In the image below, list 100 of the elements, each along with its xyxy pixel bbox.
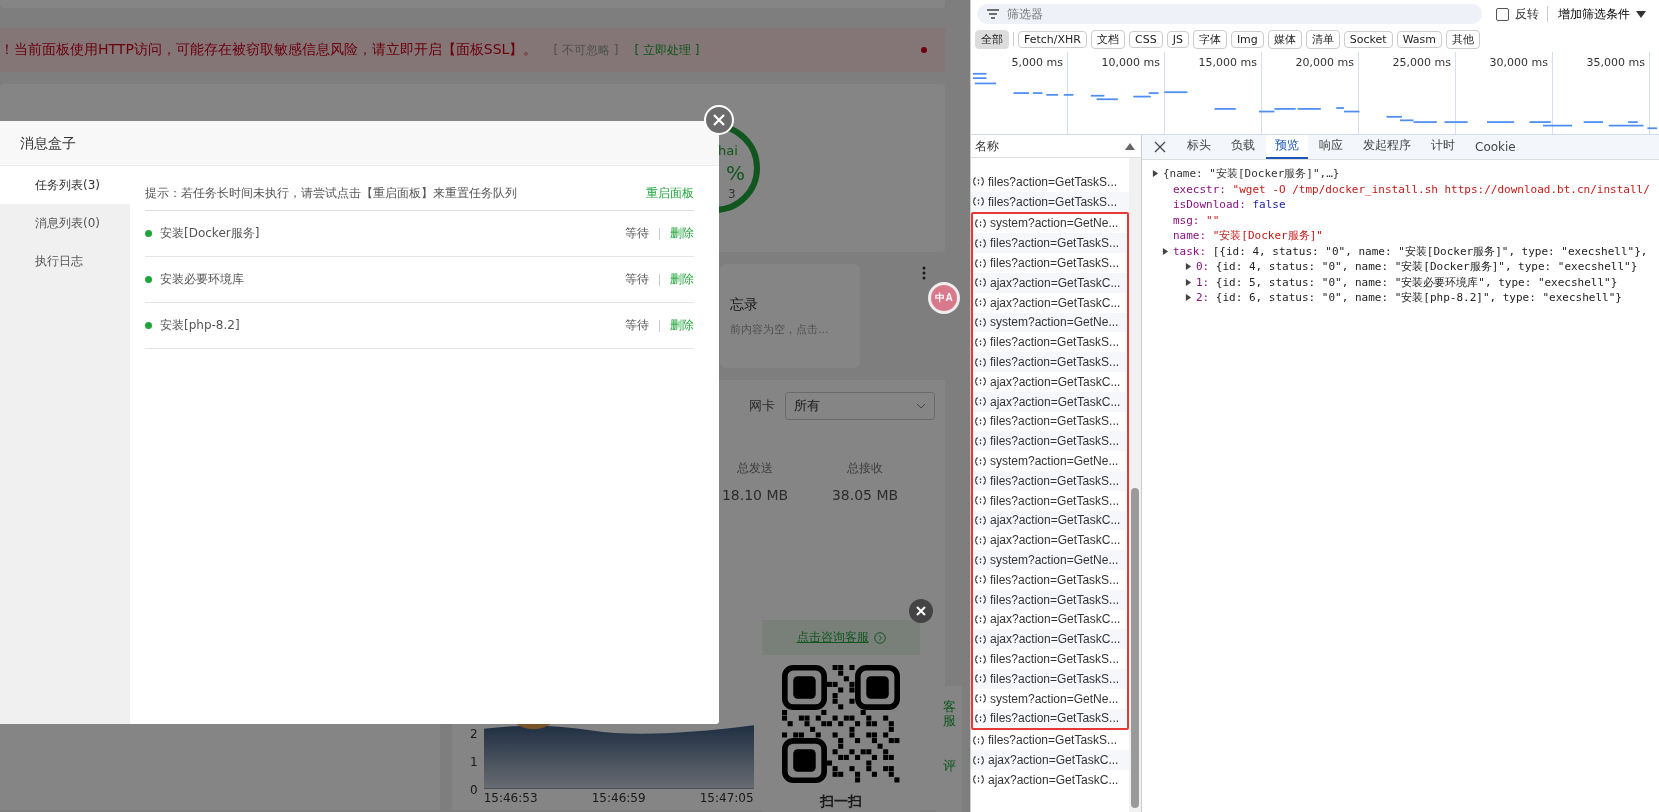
request-name[interactable]: files?action=GetTaskS... (990, 493, 1120, 508)
warning-message: ！当前面板使用HTTP访问，可能存在被窃取敏感信息风险，请立即开启【面板SSL】。 (0, 41, 538, 59)
detail-tab[interactable]: 负载 (1222, 134, 1264, 159)
request-name[interactable]: files?action=GetTaskS... (990, 256, 1120, 271)
json-icon (975, 278, 986, 288)
scrollbar-thumb[interactable] (1131, 488, 1139, 808)
type-filter-chip[interactable]: 其他 (1446, 29, 1481, 49)
request-name[interactable]: files?action=GetTaskS... (988, 733, 1118, 748)
request-name[interactable]: system?action=GetNe... (990, 216, 1119, 231)
more-filters-dropdown[interactable]: 增加筛选条件 (1556, 5, 1648, 23)
expander-icon[interactable] (1162, 247, 1169, 255)
status-dot-icon (145, 276, 152, 283)
json-value: {id: 6, status: "0", name: "安装[php-8.2]", type: "execshell"} (1215, 290, 1622, 306)
request-name[interactable]: files?action=GetTaskS... (990, 572, 1120, 587)
json-key: 2: (1196, 291, 1210, 305)
json-icon (973, 177, 984, 187)
expander-icon[interactable] (1152, 170, 1159, 178)
stat-label: 总发送 (737, 460, 773, 477)
more-icon[interactable] (922, 266, 926, 280)
type-filter-chip[interactable]: 字体 (1192, 29, 1227, 49)
type-filter-chip[interactable]: JS (1166, 30, 1189, 48)
time-tick-label: 30,000 ms (1489, 56, 1548, 69)
task-status: 等待 (625, 317, 649, 334)
hint-text: 提示：若任务长时间未执行，请尝试点击【重启面板】来重置任务队列 (145, 184, 517, 202)
json-value: {id: 5, status: "0", name: "安装必要环境库", type: "execshell"} (1215, 274, 1618, 290)
json-key: 1: (1196, 275, 1210, 289)
expander-icon[interactable] (1185, 263, 1192, 271)
close-icon[interactable] (1154, 141, 1166, 153)
request-name[interactable]: files?action=GetTaskS... (990, 652, 1120, 666)
json-icon (973, 775, 984, 785)
type-filter-chip[interactable]: Wasm (1396, 30, 1443, 48)
request-name[interactable]: ajax?action=GetTaskC... (990, 295, 1121, 310)
json-icon (975, 575, 986, 585)
stat-label: 总接收 (847, 460, 883, 477)
type-filter-chip[interactable]: Fetch/XHR (1018, 30, 1087, 48)
detail-tab[interactable]: 发起程序 (1354, 134, 1420, 159)
time-tick-label: 15,000 ms (1198, 56, 1257, 69)
nic-select[interactable]: 所有 (785, 392, 935, 420)
request-name[interactable]: ajax?action=GetTaskC... (990, 374, 1121, 389)
request-name[interactable]: system?action=GetNe... (990, 691, 1119, 706)
gauge-text: 3 (728, 187, 736, 201)
json-value: false (1252, 198, 1286, 212)
json-icon (975, 317, 986, 327)
axis-label: 15:46:59 (591, 791, 646, 805)
axis-label: 2 (470, 727, 478, 741)
detail-tab[interactable]: 响应 (1310, 134, 1352, 159)
json-icon (975, 258, 986, 268)
json-value: {id: 4, status: "0", name: "安装[Docker服务]", type: "execshell"} (1215, 259, 1638, 275)
json-icon (975, 337, 986, 347)
request-name[interactable]: system?action=GetNe... (990, 454, 1119, 469)
expander-icon[interactable] (1185, 278, 1192, 286)
filter-field[interactable]: 筛选器 (977, 4, 1482, 24)
time-tick-label: 5,000 ms (1011, 56, 1063, 69)
stat-value: 38.05 MB (831, 487, 899, 503)
checkbox-label: 反转 (1515, 5, 1539, 23)
type-filter-chip[interactable]: 媒体 (1267, 29, 1302, 49)
expander-icon[interactable] (1185, 294, 1192, 302)
detail-tab[interactable]: 标头 (1178, 134, 1220, 159)
close-icon (916, 606, 926, 616)
detail-tab[interactable]: 预览 (1266, 134, 1308, 159)
json-value: "安装[Docker服务]" (1212, 228, 1323, 244)
type-filter-chip[interactable]: Socket (1343, 30, 1393, 48)
column-header[interactable]: 名称 (975, 137, 999, 155)
request-name[interactable]: ajax?action=GetTaskC... (988, 772, 1119, 787)
sort-icon[interactable] (1125, 142, 1135, 150)
json-icon (975, 674, 986, 684)
type-filter-chip[interactable]: 清单 (1305, 29, 1340, 49)
request-name[interactable]: ajax?action=GetTaskC... (990, 612, 1121, 627)
type-filter-chip[interactable]: CSS (1129, 30, 1163, 48)
json-icon (975, 713, 986, 723)
filter-icon (987, 9, 999, 19)
sidebar-item[interactable]: 执行日志 (0, 242, 130, 280)
task-name: 安装[php-8.2] (160, 317, 241, 334)
json-key: name: (1173, 229, 1207, 243)
sidebar-item[interactable]: 任务列表(3) (0, 166, 130, 204)
nic-label: 网卡 (749, 397, 775, 415)
request-name[interactable]: files?action=GetTaskS... (988, 174, 1118, 189)
time-tick-label: 20,000 ms (1295, 56, 1354, 69)
type-filter-chip[interactable]: 全部 (975, 29, 1009, 49)
json-summary[interactable]: {name: "安装[Docker服务]",…} (1163, 166, 1340, 182)
type-filter-chip[interactable]: Img (1230, 30, 1264, 48)
type-filter-chip[interactable]: 文档 (1091, 29, 1125, 49)
detail-tab[interactable]: Cookie (1466, 137, 1525, 159)
json-icon (973, 755, 984, 765)
request-name[interactable]: ajax?action=GetTaskC... (990, 533, 1121, 548)
json-icon (975, 456, 986, 466)
json-key: isDownload: (1173, 198, 1246, 212)
json-key: execstr: (1173, 182, 1226, 196)
json-icon (975, 515, 986, 525)
json-icon (975, 397, 986, 407)
gauge-text: hai (718, 143, 738, 158)
memo-title: 忘录 (730, 295, 759, 314)
time-tick-label: 25,000 ms (1392, 56, 1451, 69)
json-icon (975, 219, 986, 228)
task-status: 等待 (625, 271, 649, 288)
request-name[interactable]: files?action=GetTaskS... (990, 335, 1120, 350)
request-name[interactable]: files?action=GetTaskS... (990, 414, 1120, 429)
detail-tab[interactable]: 计时 (1422, 134, 1464, 159)
sidebar-item[interactable]: 消息列表(0) (0, 204, 130, 242)
checkbox[interactable] (1496, 7, 1509, 21)
